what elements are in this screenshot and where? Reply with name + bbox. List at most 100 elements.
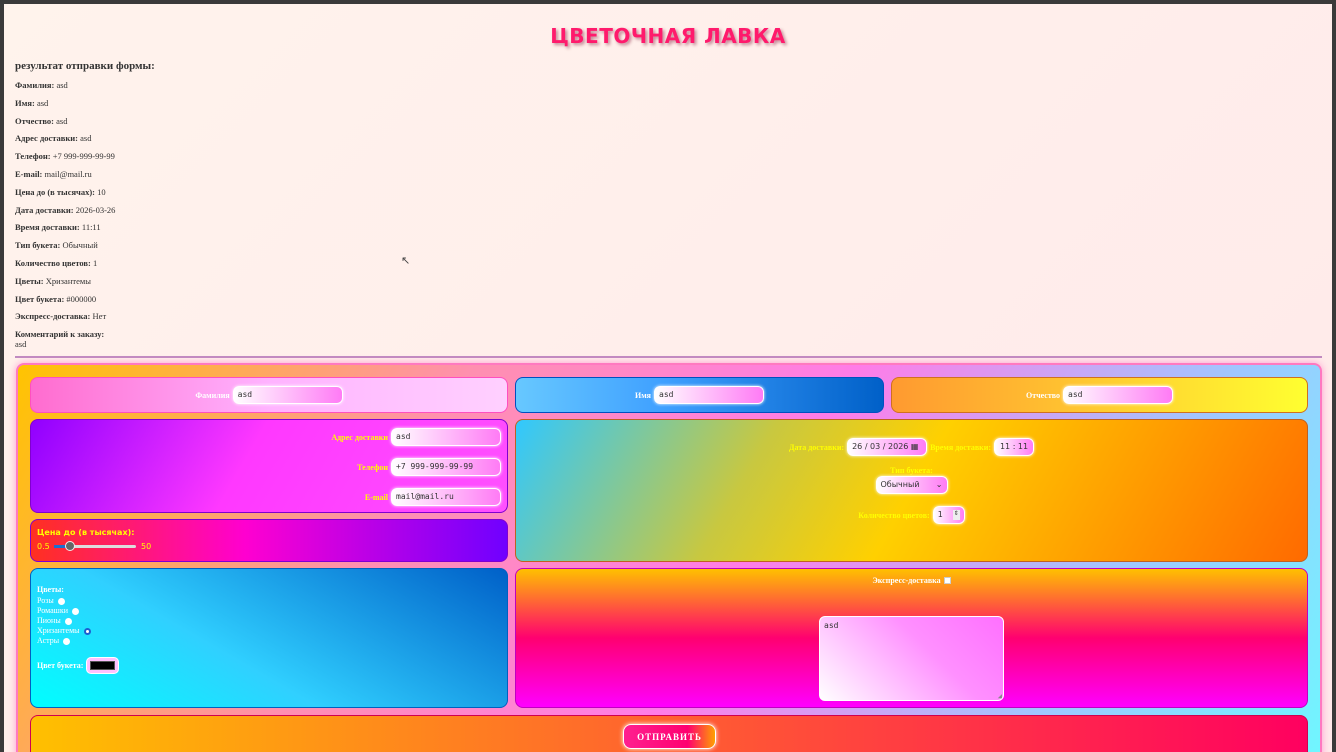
count-value: 1 (937, 510, 943, 519)
color-label: Цвет букета: (37, 661, 84, 670)
result-item: Телефон: +7 999-999-99-99 (15, 151, 115, 161)
flowers-box: Цветы: Розы Ромашки Пионы Хризантемы Астры Ц… (30, 568, 508, 708)
stepper-icon[interactable]: ⇕ (952, 510, 960, 520)
submit-button[interactable]: ОТПРАВИТЬ (623, 724, 716, 749)
name-input[interactable]: asd (654, 386, 764, 404)
result-value: 1 (92, 258, 98, 268)
chevron-down-icon: ⌄ (935, 480, 943, 489)
price-min: 0.5 (37, 542, 50, 551)
result-label: Телефон: (15, 151, 51, 162)
bouquet-type-select[interactable]: Обычный ⌄ (875, 476, 948, 494)
count-input[interactable]: 1 ⇕ (932, 506, 965, 524)
address-label: Адрес доставки (331, 432, 388, 442)
calendar-icon[interactable]: ▦ (911, 442, 919, 451)
result-value: asd (56, 80, 68, 90)
result-label: Адрес доставки: (15, 133, 79, 144)
result-item: Имя: asd (15, 98, 48, 108)
contacts-box: Адрес доставки asd Телефон +7 999-999-99-9… (30, 419, 508, 513)
radio-button[interactable] (71, 607, 79, 615)
patronymic-box: Отчество asd (891, 377, 1308, 413)
comment-value: asd (824, 621, 839, 630)
result-label: Тип букета: (15, 240, 61, 251)
resize-handle-icon[interactable]: ◢ (998, 692, 1002, 700)
surname-box: Фамилия asd (30, 377, 508, 413)
price-slider[interactable] (54, 541, 136, 551)
color-swatch (90, 661, 116, 670)
divider (15, 356, 1322, 358)
patronymic-label: Отчество (1025, 390, 1061, 400)
express-row: Экспресс-доставка (516, 576, 1307, 585)
flower-option-label: Астры (37, 636, 60, 645)
result-item: Цветы: Хризантемы (15, 276, 91, 286)
result-item: Тип букета: Обычный (15, 240, 98, 250)
flower-option[interactable]: Ромашки (37, 606, 91, 616)
email-label: E-mail (364, 492, 388, 502)
flower-option-label: Пионы (37, 616, 61, 625)
address-input[interactable]: asd (391, 428, 501, 446)
result-item: Отчество: asd (15, 116, 68, 126)
result-label: E-mail: (15, 169, 43, 179)
date-label: Дата доставки: (788, 442, 845, 452)
result-item: Экспресс-доставка: Нет (15, 311, 106, 321)
email-input[interactable]: mail@mail.ru (391, 488, 501, 506)
flower-option[interactable]: Хризантемы (37, 626, 91, 636)
result-label: Цветы: (15, 275, 44, 286)
surname-input[interactable]: asd (232, 386, 343, 404)
result-item: Количество цветов: 1 (15, 258, 97, 268)
result-item: E-mail: mail@mail.ru (15, 169, 92, 179)
flower-option[interactable]: Розы (37, 596, 91, 606)
result-item: Адрес доставки: asd (15, 133, 91, 143)
date-time-row: Дата доставки: 26 / 03 / 2026 ▦ Время до… (516, 438, 1307, 456)
radio-button[interactable] (63, 637, 71, 645)
phone-input[interactable]: +7 999-999-99-99 (391, 458, 501, 476)
result-label: Дата доставки: (15, 204, 74, 215)
name-box: Имя asd (515, 377, 884, 413)
comment-textarea[interactable]: asd ◢ (819, 616, 1004, 701)
surname-label: Фамилия (195, 390, 230, 400)
date-value: 26 / 03 / 2026 (852, 442, 909, 451)
result-value: #000000 (66, 293, 97, 304)
time-input[interactable]: 11 : 11 (994, 438, 1035, 456)
radio-button[interactable] (83, 627, 91, 635)
result-item: Цвет букета: #000000 (15, 294, 96, 304)
result-value: Нет (92, 311, 107, 322)
flowers-label: Цветы: (37, 585, 64, 594)
result-item: Дата доставки: 2026-03-26 (15, 205, 115, 215)
express-label: Экспресс-доставка (872, 576, 941, 585)
count-label: Количество цветов: (858, 510, 930, 520)
price-label: Цена до (в тысячах): (37, 528, 135, 537)
express-checkbox[interactable] (943, 577, 951, 584)
extras-box: Экспресс-доставка asd ◢ (515, 568, 1308, 708)
flower-option-label: Розы (37, 596, 54, 605)
flower-option-label: Ромашки (37, 606, 68, 615)
page: ЦВЕТОЧНАЯ ЛАВКА результат отправки формы… (4, 4, 1332, 752)
result-label: Имя: (15, 97, 35, 108)
result-value: +7 999-999-99-99 (52, 151, 115, 162)
flower-option-label: Хризантемы (37, 626, 80, 635)
flower-option[interactable]: Астры (37, 636, 91, 646)
email-row: E-mail mail@mail.ru (365, 488, 501, 506)
flower-option[interactable]: Пионы (37, 616, 91, 626)
result-label: Количество цветов: (15, 258, 91, 268)
result-value: asd (80, 133, 92, 144)
radio-button[interactable] (57, 597, 65, 605)
radio-button[interactable] (64, 617, 72, 625)
result-value: Хризантемы (45, 275, 91, 286)
price-slider-thumb[interactable] (64, 541, 75, 551)
flowers-radio-group: Розы Ромашки Пионы Хризантемы Астры (37, 596, 91, 646)
address-row: Адрес доставки asd (331, 428, 501, 446)
result-label: Цена до (в тысячах): (15, 186, 96, 197)
color-row: Цвет букета: (37, 657, 120, 674)
color-picker[interactable] (86, 657, 120, 674)
date-input[interactable]: 26 / 03 / 2026 ▦ (847, 438, 928, 456)
submit-box: ОТПРАВИТЬ (30, 715, 1308, 752)
patronymic-input[interactable]: asd (1063, 386, 1174, 404)
count-row: Количество цветов: 1 ⇕ (516, 506, 1307, 524)
name-label: Имя (635, 390, 651, 400)
result-label: Время доставки: (15, 222, 80, 233)
result-item: Комментарий к заказу: asd (15, 329, 104, 349)
result-item: Время доставки: 11:11 (15, 222, 101, 232)
result-value: 11:11 (81, 222, 101, 233)
time-label: Время доставки: (930, 442, 992, 452)
type-row: Обычный ⌄ (516, 476, 1307, 494)
